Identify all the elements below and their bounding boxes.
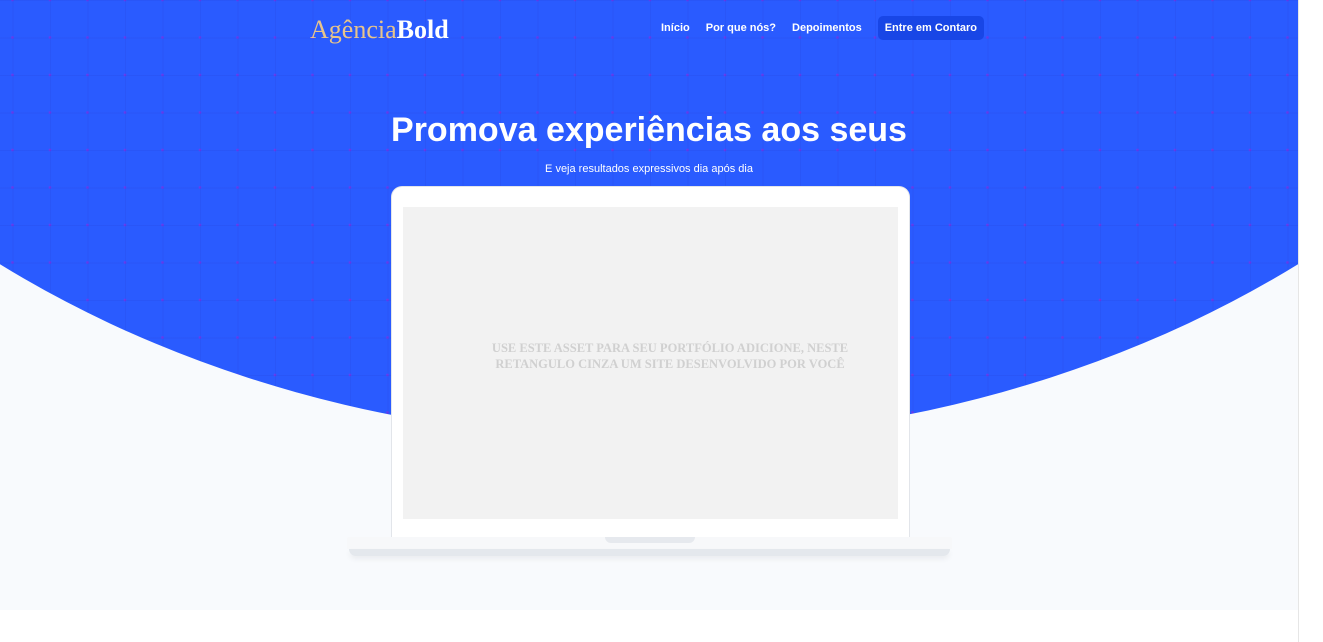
page: AgênciaBold Início Por que nós? Depoimen… bbox=[0, 0, 1323, 642]
nav-link-home[interactable]: Início bbox=[661, 22, 690, 34]
hero-subtitle: E veja resultados expressivos dia após d… bbox=[545, 163, 753, 175]
nav-link-why-us[interactable]: Por que nós? bbox=[706, 22, 776, 34]
brand-logo[interactable]: AgênciaBold bbox=[310, 16, 449, 44]
laptop-notch bbox=[605, 537, 695, 543]
contact-button[interactable]: Entre em Contaro bbox=[877, 15, 984, 40]
logo-part-bold: Bold bbox=[396, 15, 449, 44]
page-edge bbox=[1298, 0, 1323, 642]
logo-part-agencia: Agência bbox=[310, 15, 397, 44]
site-header: AgênciaBold Início Por que nós? Depoimen… bbox=[310, 14, 984, 44]
main-nav: Início Por que nós? Depoimentos Entre em… bbox=[645, 14, 984, 41]
placeholder-line-2: RETANGULO CINZA UM SITE DESENVOLVIDO POR… bbox=[495, 357, 845, 371]
placeholder-line-1: USE ESTE ASSET PARA SEU PORTFÓLIO ADICIO… bbox=[491, 341, 849, 355]
hero-title: Promova experiências aos seus bbox=[391, 111, 907, 149]
nav-link-testimonials[interactable]: Depoimentos bbox=[792, 22, 862, 34]
placeholder-instructions: USE ESTE ASSET PARA SEU PORTFÓLIO ADICIO… bbox=[470, 340, 870, 372]
laptop-foot bbox=[349, 549, 950, 556]
